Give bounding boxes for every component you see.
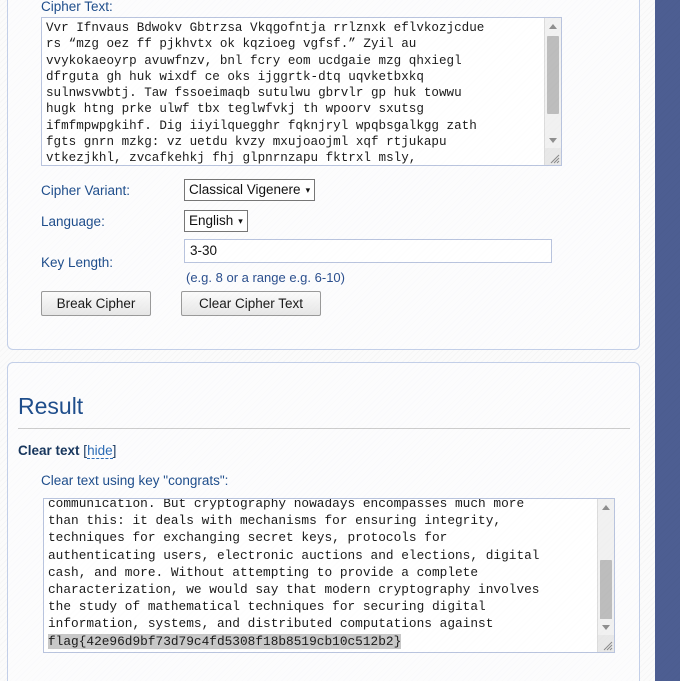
cipher-text-label: Cipher Text: (41, 0, 113, 14)
clear-cipher-text-button[interactable]: Clear Cipher Text (181, 291, 321, 316)
chevron-down-icon: ▾ (305, 185, 311, 195)
clear-text-key-line: Clear text using key "congrats": (41, 473, 229, 488)
language-label: Language: (41, 214, 105, 229)
cipher-variant-select[interactable]: Classical Vigenere ▾ (184, 179, 316, 201)
cipher-scrollbar-thumb[interactable] (547, 36, 559, 114)
cipher-text-textarea[interactable]: Vvr Ifnvaus Bdwokv Gbtrzsa Vkqgofntja rr… (41, 17, 562, 166)
cipher-text-scrollbar[interactable] (544, 18, 561, 165)
cipher-text-content-viewport: Vvr Ifnvaus Bdwokv Gbtrzsa Vkqgofntja rr… (42, 18, 544, 165)
scroll-up-arrow-icon[interactable] (545, 18, 561, 34)
result-title: Result (18, 393, 84, 419)
scroll-down-arrow-icon[interactable] (598, 619, 614, 635)
break-cipher-button[interactable]: Break Cipher (41, 291, 151, 316)
flag-value[interactable]: flag{42e96d9bf73d79c4fd5308f18b8519cb10c… (48, 633, 402, 649)
cipher-variant-selected-value: Classical Vigenere (189, 182, 301, 197)
cipher-text-value[interactable]: Vvr Ifnvaus Bdwokv Gbtrzsa Vkqgofntja rr… (46, 20, 541, 165)
hide-link[interactable]: hide (87, 443, 113, 459)
clear-text-header: Clear text [hide] (18, 443, 117, 459)
resize-grip-icon[interactable] (545, 148, 561, 165)
cipher-variant-label: Cipher Variant: (41, 183, 131, 198)
key-length-label: Key Length: (41, 255, 114, 270)
result-divider (18, 428, 630, 429)
clear-text-content-viewport: communication. But cryptography nowadays… (44, 499, 597, 652)
clear-text-scrollbar-thumb[interactable] (600, 560, 612, 623)
language-selected-value: English (189, 213, 234, 228)
clear-text-textarea[interactable]: communication. But cryptography nowadays… (43, 498, 615, 653)
clear-text-scrollbar[interactable] (597, 499, 614, 652)
clear-text-label: Clear text (18, 443, 80, 458)
key-length-input[interactable]: 3-30 (184, 239, 552, 263)
key-length-hint: (e.g. 8 or a range e.g. 6-10) (186, 270, 345, 285)
chevron-down-icon: ▾ (238, 216, 243, 226)
clear-text-flag-line[interactable]: flag{42e96d9bf73d79c4fd5308f18b8519cb10c… (48, 633, 594, 650)
page-content-area: Cipher Text: Vvr Ifnvaus Bdwokv Gbtrzsa … (0, 0, 655, 681)
clear-text-value[interactable]: communication. But cryptography nowadays… (48, 499, 594, 650)
scroll-down-arrow-icon[interactable] (545, 132, 561, 148)
bracket-close: ] (112, 443, 117, 458)
language-select[interactable]: English ▾ (184, 210, 248, 232)
resize-grip-icon[interactable] (598, 635, 614, 652)
scroll-up-arrow-icon[interactable] (598, 499, 614, 515)
